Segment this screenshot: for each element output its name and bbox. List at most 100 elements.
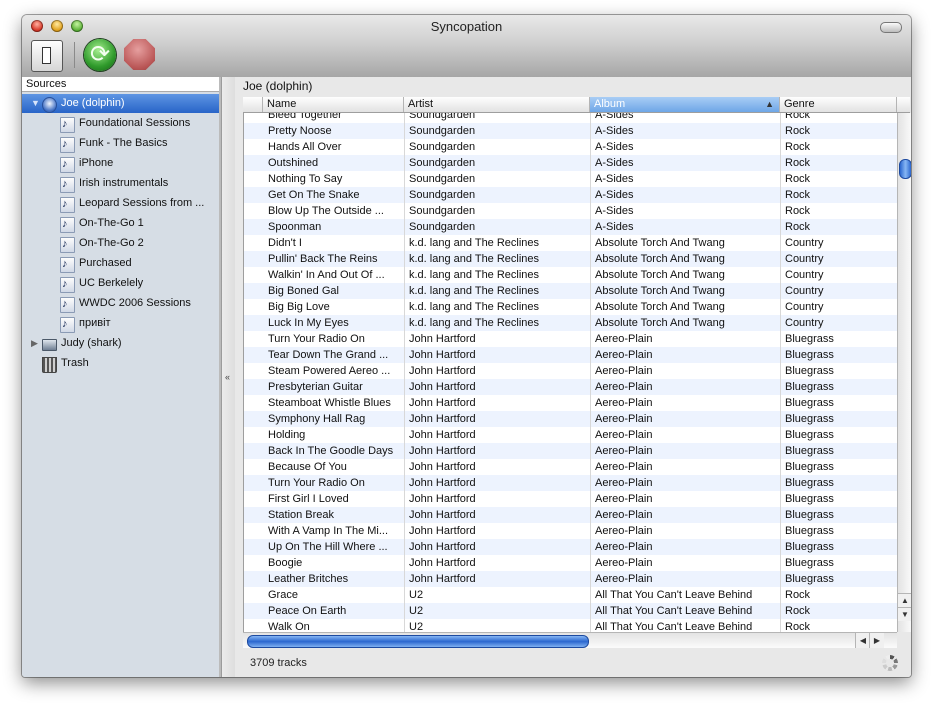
- genre-cell: Country: [781, 315, 898, 331]
- sidebar-item[interactable]: Trash: [22, 354, 219, 373]
- table-row[interactable]: Spoonman Soundgarden A-Sides Rock: [244, 219, 898, 235]
- table-row[interactable]: Walkin' In And Out Of ... k.d. lang and T…: [244, 267, 898, 283]
- track-name-cell: Spoonman: [264, 219, 405, 235]
- sidebar-item[interactable]: WWDC 2006 Sessions: [22, 294, 219, 313]
- app-window: Syncopation Sources ▼ Joe (dolphin) Founda…: [22, 15, 911, 677]
- playlist-icon: [60, 215, 75, 233]
- table-row[interactable]: Walk On U2 All That You Can't Leave Behind…: [244, 619, 898, 632]
- table-row[interactable]: Boogie John Hartford Aereo-Plain Bluegrass: [244, 555, 898, 571]
- table-row[interactable]: Big Big Love k.d. lang and The Reclines Ab…: [244, 299, 898, 315]
- genre-cell: Country: [781, 267, 898, 283]
- genre-cell: Bluegrass: [781, 475, 898, 491]
- track-name-cell: Blow Up The Outside ...: [264, 203, 405, 219]
- table-row[interactable]: Grace U2 All That You Can't Leave Behind Ro…: [244, 587, 898, 603]
- sidebar-item[interactable]: UC Berkelely: [22, 274, 219, 293]
- table-row[interactable]: Symphony Hall Rag John Hartford Aereo-Plai…: [244, 411, 898, 427]
- table-row[interactable]: Get On The Snake Soundgarden A-Sides Rock: [244, 187, 898, 203]
- sidebar-item[interactable]: On-The-Go 1: [22, 214, 219, 233]
- sidebar-item[interactable]: Funk - The Basics: [22, 134, 219, 153]
- table-row[interactable]: Station Break John Hartford Aereo-Plain Blu…: [244, 507, 898, 523]
- table-row[interactable]: Turn Your Radio On John Hartford Aereo-Pla…: [244, 475, 898, 491]
- track-name-cell: Walkin' In And Out Of ...: [264, 267, 405, 283]
- playlist-icon: [60, 195, 75, 213]
- table-row[interactable]: Luck In My Eyes k.d. lang and The Recline…: [244, 315, 898, 331]
- column-header-artist[interactable]: Artist: [404, 97, 590, 112]
- table-row[interactable]: Hands All Over Soundgarden A-Sides Rock: [244, 139, 898, 155]
- column-header-name[interactable]: Name: [263, 97, 404, 112]
- genre-cell: Bluegrass: [781, 555, 898, 571]
- track-name-cell: Pretty Noose: [264, 123, 405, 139]
- track-name-cell: Big Boned Gal: [264, 283, 405, 299]
- sidebar-item-label: привіт: [79, 317, 111, 329]
- table-row[interactable]: Nothing To Say Soundgarden A-Sides Rock: [244, 171, 898, 187]
- tracks-table[interactable]: Bleed Together Soundgarden A-Sides Rock Pret…: [243, 113, 898, 632]
- genre-cell: Bluegrass: [781, 363, 898, 379]
- album-cell: A-Sides: [591, 113, 781, 123]
- table-row[interactable]: Turn Your Radio On John Hartford Aereo-Pla…: [244, 331, 898, 347]
- sidebar-toggle-icon[interactable]: [31, 40, 63, 72]
- table-row[interactable]: Back In The Goodle Days John Hartford Aere…: [244, 443, 898, 459]
- horizontal-scrollbar[interactable]: ◀ ▶: [243, 632, 897, 648]
- table-row[interactable]: Because Of You John Hartford Aereo-Plain Bl…: [244, 459, 898, 475]
- genre-cell: Bluegrass: [781, 523, 898, 539]
- sidebar-item[interactable]: ▼ Joe (dolphin): [22, 94, 219, 113]
- table-row[interactable]: Blow Up The Outside ... Soundgarden A-Side…: [244, 203, 898, 219]
- sidebar-item[interactable]: iPhone: [22, 154, 219, 173]
- sidebar-item[interactable]: Irish instrumentals: [22, 174, 219, 193]
- sidebar-item[interactable]: On-The-Go 2: [22, 234, 219, 253]
- sources-sidebar: Sources ▼ Joe (dolphin) Foundational Sessi…: [22, 77, 223, 677]
- table-row[interactable]: With A Vamp In The Mi... John Hartford Aer…: [244, 523, 898, 539]
- scroll-up-button[interactable]: ▲: [898, 593, 911, 607]
- table-row[interactable]: Bleed Together Soundgarden A-Sides Rock: [244, 113, 898, 123]
- sidebar-item[interactable]: ▶ Judy (shark): [22, 334, 219, 353]
- stop-icon[interactable]: [124, 39, 155, 70]
- vertical-scroll-thumb[interactable]: [899, 159, 911, 179]
- column-header-album[interactable]: Album ▲: [590, 97, 780, 112]
- disclosure-open-icon[interactable]: ▼: [31, 94, 40, 113]
- artist-cell: John Hartford: [405, 555, 591, 571]
- artist-cell: k.d. lang and The Reclines: [405, 235, 591, 251]
- artist-cell: U2: [405, 603, 591, 619]
- table-row[interactable]: Tear Down The Grand ... John Hartford Aere…: [244, 347, 898, 363]
- genre-cell: Bluegrass: [781, 427, 898, 443]
- table-row[interactable]: Peace On Earth U2 All That You Can't Leave…: [244, 603, 898, 619]
- track-name-cell: Big Big Love: [264, 299, 405, 315]
- table-row[interactable]: Pretty Noose Soundgarden A-Sides Rock: [244, 123, 898, 139]
- track-name-cell: Turn Your Radio On: [264, 475, 405, 491]
- table-row[interactable]: Outshined Soundgarden A-Sides Rock: [244, 155, 898, 171]
- scroll-left-button[interactable]: ◀: [855, 633, 870, 648]
- album-cell: Absolute Torch And Twang: [591, 299, 781, 315]
- table-row[interactable]: Presbyterian Guitar John Hartford Aereo-Pl…: [244, 379, 898, 395]
- trash-icon: [42, 357, 57, 373]
- album-cell: All That You Can't Leave Behind: [591, 587, 781, 603]
- table-row[interactable]: First Girl I Loved John Hartford Aereo-Pla…: [244, 491, 898, 507]
- sidebar-item[interactable]: привіт: [22, 314, 219, 333]
- table-row[interactable]: Up On The Hill Where ... John Hartford Aer…: [244, 539, 898, 555]
- sidebar-item[interactable]: Foundational Sessions: [22, 114, 219, 133]
- table-row[interactable]: Leather Britches John Hartford Aereo-Plain…: [244, 571, 898, 587]
- scroll-right-button[interactable]: ▶: [869, 633, 884, 648]
- disclosure-closed-icon[interactable]: ▶: [31, 334, 38, 353]
- sidebar-collapse-handle[interactable]: «: [221, 77, 236, 677]
- vertical-scrollbar[interactable]: ▲ ▼: [897, 113, 911, 632]
- column-header-genre[interactable]: Genre: [780, 97, 897, 112]
- album-cell: Aereo-Plain: [591, 555, 781, 571]
- sidebar-item[interactable]: Leopard Sessions from ...: [22, 194, 219, 213]
- sync-icon[interactable]: [84, 39, 116, 71]
- sidebar-item[interactable]: Purchased: [22, 254, 219, 273]
- table-row[interactable]: Steam Powered Aereo ... John Hartford Aere…: [244, 363, 898, 379]
- table-row[interactable]: Big Boned Gal k.d. lang and The Reclines A…: [244, 283, 898, 299]
- sidebar-item-label: Funk - The Basics: [79, 137, 168, 149]
- scroll-down-button[interactable]: ▼: [898, 607, 911, 621]
- track-name-cell: Boogie: [264, 555, 405, 571]
- horizontal-scroll-thumb[interactable]: [247, 635, 589, 648]
- laptop-icon: [42, 339, 57, 351]
- table-row[interactable]: Holding John Hartford Aereo-Plain Bluegrass: [244, 427, 898, 443]
- toolbar-toggle-button[interactable]: [880, 22, 902, 33]
- album-cell: Absolute Torch And Twang: [591, 251, 781, 267]
- header-spacer: [243, 97, 263, 112]
- table-row[interactable]: Steamboat Whistle Blues John Hartford Aere…: [244, 395, 898, 411]
- artist-cell: John Hartford: [405, 491, 591, 507]
- table-row[interactable]: Pullin' Back The Reins k.d. lang and The …: [244, 251, 898, 267]
- table-row[interactable]: Didn't Ik.d. lang and The Reclines Absolu…: [244, 235, 898, 251]
